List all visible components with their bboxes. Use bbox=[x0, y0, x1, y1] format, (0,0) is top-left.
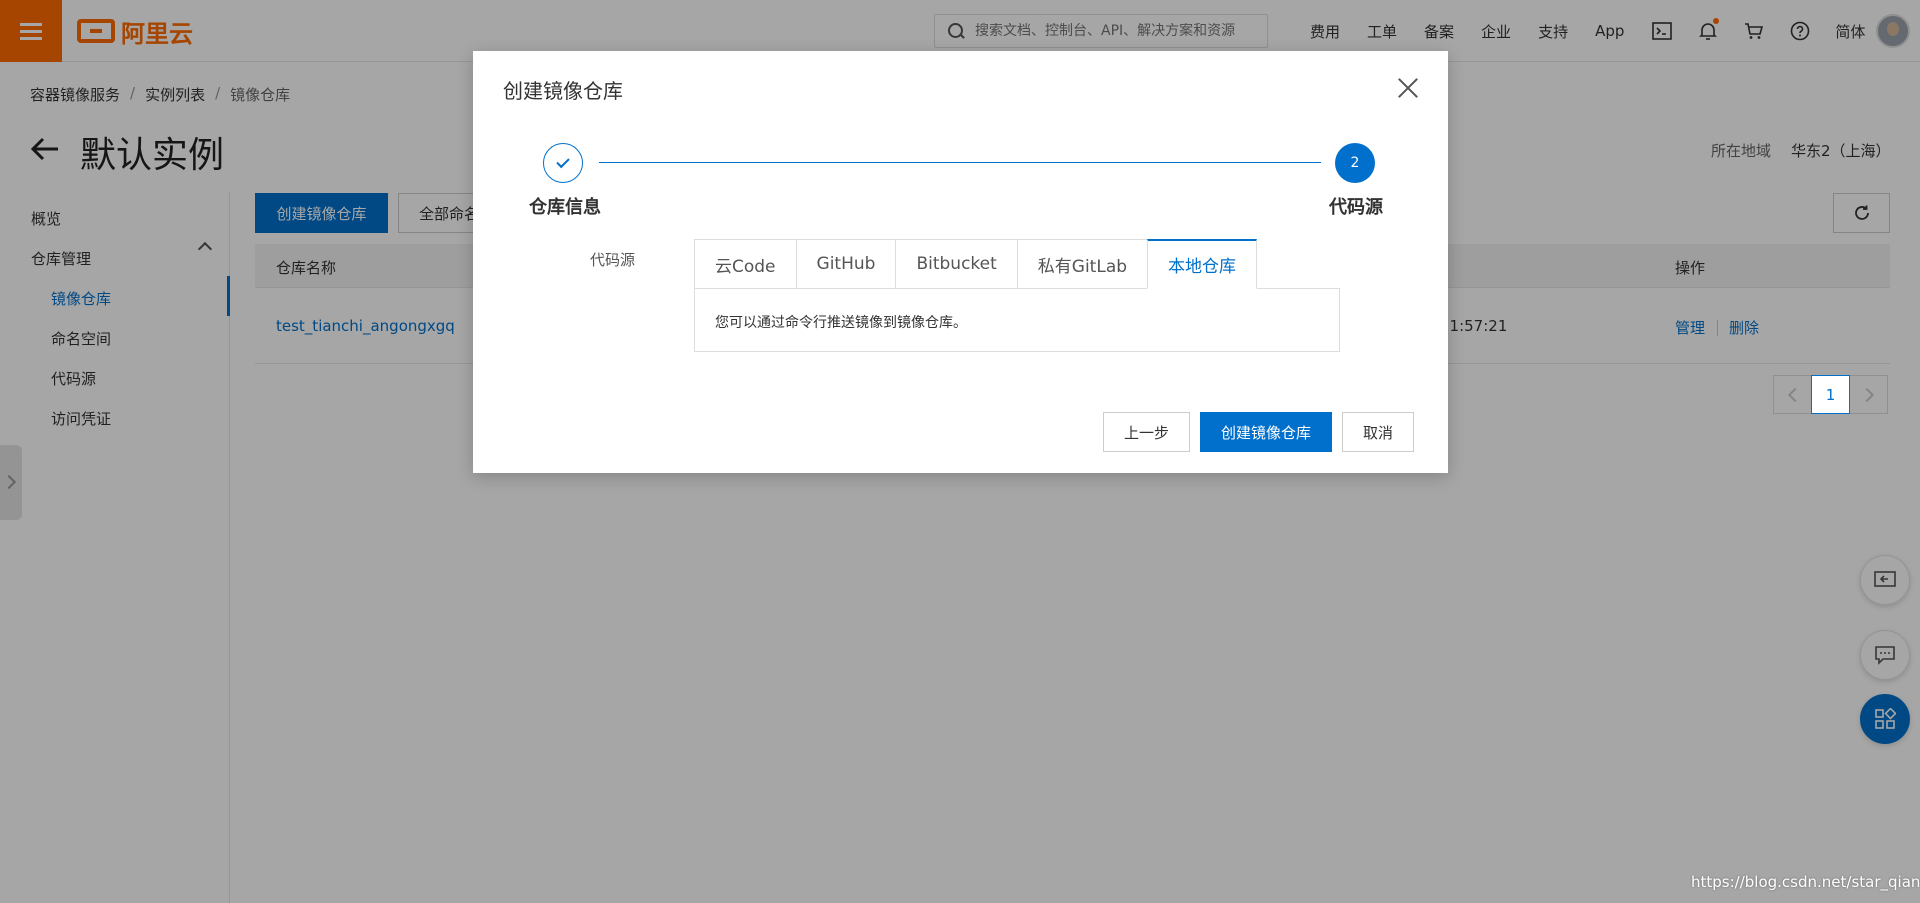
step-2-label: 代码源 bbox=[1329, 197, 1383, 218]
step-1-label: 仓库信息 bbox=[529, 197, 601, 218]
check-icon bbox=[556, 154, 570, 169]
dialog-title: 创建镜像仓库 bbox=[503, 79, 623, 103]
code-source-label: 代码源 bbox=[590, 251, 636, 269]
tab-local-repo[interactable]: 本地仓库 bbox=[1147, 239, 1258, 289]
close-icon[interactable] bbox=[1395, 75, 1421, 101]
step-connector bbox=[599, 162, 1321, 163]
code-source-tabs: 云Code GitHub Bitbucket 私有GitLab 本地仓库 bbox=[694, 239, 1258, 289]
watermark: https://blog.csdn.net/star_qiang bbox=[1691, 873, 1920, 891]
create-repo-dialog: 创建镜像仓库 2 仓库信息 代码源 代码源 云Code GitHub Bitbu… bbox=[473, 51, 1448, 473]
page-number[interactable]: 1 bbox=[1811, 375, 1850, 414]
tab-github[interactable]: GitHub bbox=[795, 239, 896, 289]
dialog-footer: 上一步 创建镜像仓库 取消 bbox=[1103, 412, 1415, 452]
tab-panel: 您可以通过命令行推送镜像到镜像仓库。 bbox=[694, 288, 1340, 352]
cancel-button[interactable]: 取消 bbox=[1342, 412, 1415, 452]
tab-panel-text: 您可以通过命令行推送镜像到镜像仓库。 bbox=[715, 315, 967, 331]
tab-private-gitlab[interactable]: 私有GitLab bbox=[1016, 239, 1148, 289]
prev-step-button[interactable]: 上一步 bbox=[1103, 412, 1191, 452]
step-2-indicator: 2 bbox=[1335, 143, 1375, 183]
confirm-create-button[interactable]: 创建镜像仓库 bbox=[1200, 412, 1333, 452]
tab-bitbucket[interactable]: Bitbucket bbox=[895, 239, 1017, 289]
tab-cloud-code[interactable]: 云Code bbox=[694, 239, 796, 289]
step-1-indicator bbox=[543, 143, 583, 183]
